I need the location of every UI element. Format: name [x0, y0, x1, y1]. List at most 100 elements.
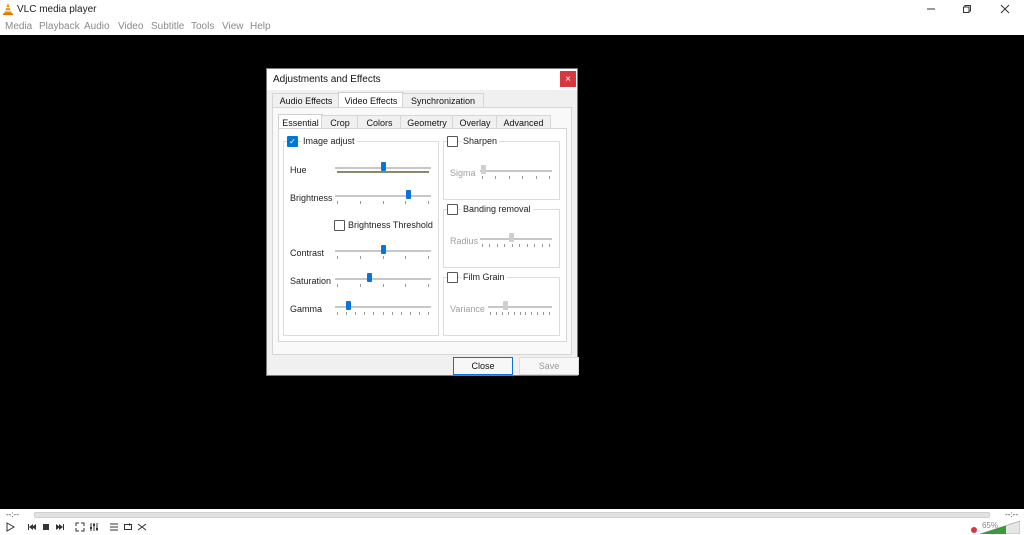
contrast-slider[interactable] [335, 245, 431, 259]
volume-slider[interactable] [980, 521, 1020, 534]
menu-view[interactable]: View [222, 21, 244, 32]
sharpen-checkbox[interactable] [447, 136, 458, 147]
slider-tick [519, 244, 520, 247]
slider-tick [497, 244, 498, 247]
adjustments-dialog: Adjustments and Effects × Audio Effects … [266, 68, 579, 376]
gamma-slider-thumb[interactable] [346, 301, 351, 310]
loop-icon [124, 523, 132, 530]
menu-media[interactable]: Media [5, 21, 32, 32]
slider-tick [405, 201, 406, 204]
menu-help[interactable]: Help [250, 21, 271, 32]
close-window-button[interactable] [986, 0, 1024, 18]
minimize-button[interactable] [912, 0, 950, 18]
slider-tick [512, 244, 513, 247]
banding-removal-label: Banding removal [461, 204, 533, 214]
slider-tick [419, 312, 420, 315]
contrast-slider-thumb[interactable] [381, 245, 386, 254]
dialog-titlebar: Adjustments and Effects × [267, 69, 577, 90]
slider-tick [428, 256, 429, 259]
slider-tick [504, 244, 505, 247]
sigma-slider-thumb[interactable] [481, 165, 486, 174]
slider-tick [536, 176, 537, 179]
slider-tick [496, 312, 497, 315]
dialog-close-button[interactable]: × [560, 71, 576, 87]
radius-label: Radius [450, 236, 479, 246]
slider-tick [522, 176, 523, 179]
saturation-slider[interactable] [335, 273, 431, 287]
variance-slider[interactable] [488, 301, 552, 315]
fullscreen-button[interactable] [74, 521, 86, 533]
slider-tick [537, 312, 538, 315]
slider-tick [531, 312, 532, 315]
variance-label: Variance [450, 304, 485, 314]
slider-tick [405, 284, 406, 287]
menu-bar: Media Playback Audio Video Subtitle Tool… [0, 19, 1024, 34]
stop-button[interactable] [40, 521, 52, 533]
restore-button[interactable] [948, 0, 986, 18]
slider-tick [543, 312, 544, 315]
fullscreen-icon [75, 522, 85, 532]
tab-video-effects[interactable]: Video Effects [338, 92, 404, 108]
vlc-cone-icon [3, 3, 13, 15]
equalizer-icon [90, 523, 98, 531]
previous-button[interactable] [26, 521, 38, 533]
brightness-slider-thumb[interactable] [406, 190, 411, 199]
slider-tick [514, 312, 515, 315]
slider-tick [337, 201, 338, 204]
slider-tick [502, 312, 503, 315]
playlist-button[interactable] [108, 521, 120, 533]
slider-tick [509, 176, 510, 179]
tab-synchronization[interactable]: Synchronization [402, 93, 484, 108]
total-time: --:-- [1005, 510, 1018, 519]
dialog-title: Adjustments and Effects [273, 74, 381, 85]
sharpen-label: Sharpen [461, 136, 500, 146]
slider-tick [337, 256, 338, 259]
mute-icon[interactable] [971, 527, 977, 533]
radius-slider-thumb[interactable] [509, 233, 514, 242]
next-icon [56, 524, 64, 530]
hue-slider-thumb[interactable] [381, 162, 386, 171]
menu-tools[interactable]: Tools [191, 21, 214, 32]
sigma-slider[interactable] [480, 165, 552, 179]
slider-tick [392, 312, 393, 315]
menu-video[interactable]: Video [118, 21, 143, 32]
variance-slider-thumb[interactable] [503, 301, 508, 310]
menu-playback[interactable]: Playback [39, 21, 80, 32]
play-icon [6, 522, 15, 532]
brightness-slider[interactable] [335, 190, 431, 204]
shuffle-button[interactable] [136, 521, 148, 533]
seek-slider[interactable] [34, 512, 990, 518]
gamma-label: Gamma [290, 304, 323, 314]
slider-tick [383, 201, 384, 204]
menu-audio[interactable]: Audio [84, 21, 110, 32]
slider-tick [482, 176, 483, 179]
banding-removal-checkbox[interactable] [447, 204, 458, 215]
image-adjust-checkbox[interactable]: ✓ [287, 136, 298, 147]
slider-tick [549, 312, 550, 315]
hue-slider[interactable] [335, 162, 431, 176]
next-button[interactable] [54, 521, 66, 533]
brightness-threshold-checkbox[interactable] [334, 220, 345, 231]
menu-subtitle[interactable]: Subtitle [151, 21, 184, 32]
slider-tick [482, 244, 483, 247]
hue-label: Hue [290, 165, 307, 175]
playback-controls: 65% [0, 520, 1024, 535]
contrast-label: Contrast [290, 248, 325, 258]
save-button[interactable]: Save [519, 357, 579, 375]
saturation-slider-thumb[interactable] [367, 273, 372, 282]
loop-button[interactable] [122, 521, 134, 533]
slider-tick [364, 312, 365, 315]
radius-slider[interactable] [480, 233, 552, 247]
window-title: VLC media player [17, 4, 97, 15]
play-button[interactable] [4, 521, 16, 533]
saturation-label: Saturation [290, 276, 332, 286]
previous-icon [28, 524, 36, 530]
tab-audio-effects[interactable]: Audio Effects [272, 93, 340, 108]
close-button[interactable]: Close [453, 357, 513, 375]
film-grain-checkbox[interactable] [447, 272, 458, 283]
gamma-slider[interactable] [335, 301, 431, 315]
slider-tick [428, 201, 429, 204]
slider-tick [355, 312, 356, 315]
extended-settings-button[interactable] [88, 521, 100, 533]
seek-row: --:-- --:-- [0, 509, 1024, 520]
